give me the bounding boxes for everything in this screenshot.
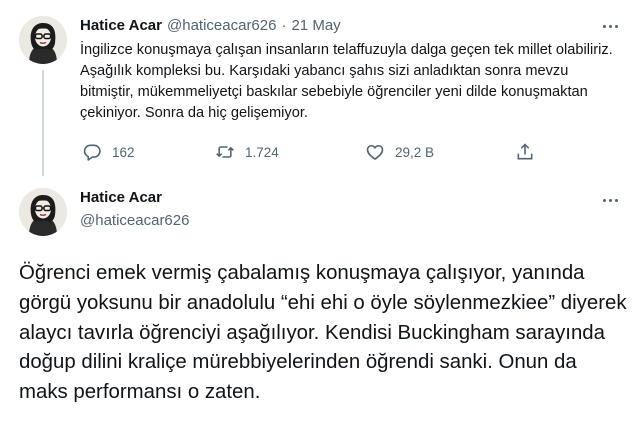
author-name[interactable]: Hatice Acar — [80, 189, 162, 206]
tweet-date[interactable]: 21 May — [291, 17, 340, 34]
tweet-text: İngilizce konuşmaya çalışan insanların t… — [80, 42, 613, 121]
author-handle[interactable]: @haticeacar626 — [167, 17, 276, 34]
more-options-icon[interactable] — [599, 192, 621, 208]
thread-connector-line — [42, 70, 44, 176]
author-name[interactable]: Hatice Acar — [80, 17, 162, 34]
reply-bubble-icon — [83, 144, 101, 161]
header-separator: · — [281, 16, 287, 34]
avatar-illustration-icon — [19, 16, 67, 64]
share-button[interactable] — [515, 140, 535, 164]
reply-button[interactable]: 162 — [82, 140, 135, 164]
avatar[interactable] — [19, 16, 67, 64]
tweet-actions: 162 1.724 29,2 B — [80, 140, 550, 164]
retweet-count: 1.724 — [245, 144, 279, 160]
tweet-text: Öğrenci emek vermiş çabalamış konuşmaya … — [19, 262, 627, 404]
reply-count: 162 — [112, 144, 135, 160]
tweet-header: Hatice Acar @haticeacar626 · 21 May — [80, 14, 341, 36]
heart-icon — [366, 144, 384, 160]
author-handle[interactable]: @haticeacar626 — [80, 212, 189, 229]
avatar-illustration-icon — [19, 188, 67, 236]
share-upload-icon — [517, 143, 533, 160]
like-count: 29,2 B — [395, 144, 435, 160]
like-button[interactable]: 29,2 B — [365, 140, 434, 164]
retweet-button[interactable]: 1.724 — [215, 140, 279, 164]
retweet-arrows-icon — [216, 146, 234, 158]
more-options-icon[interactable] — [599, 18, 621, 34]
avatar[interactable] — [19, 188, 67, 236]
